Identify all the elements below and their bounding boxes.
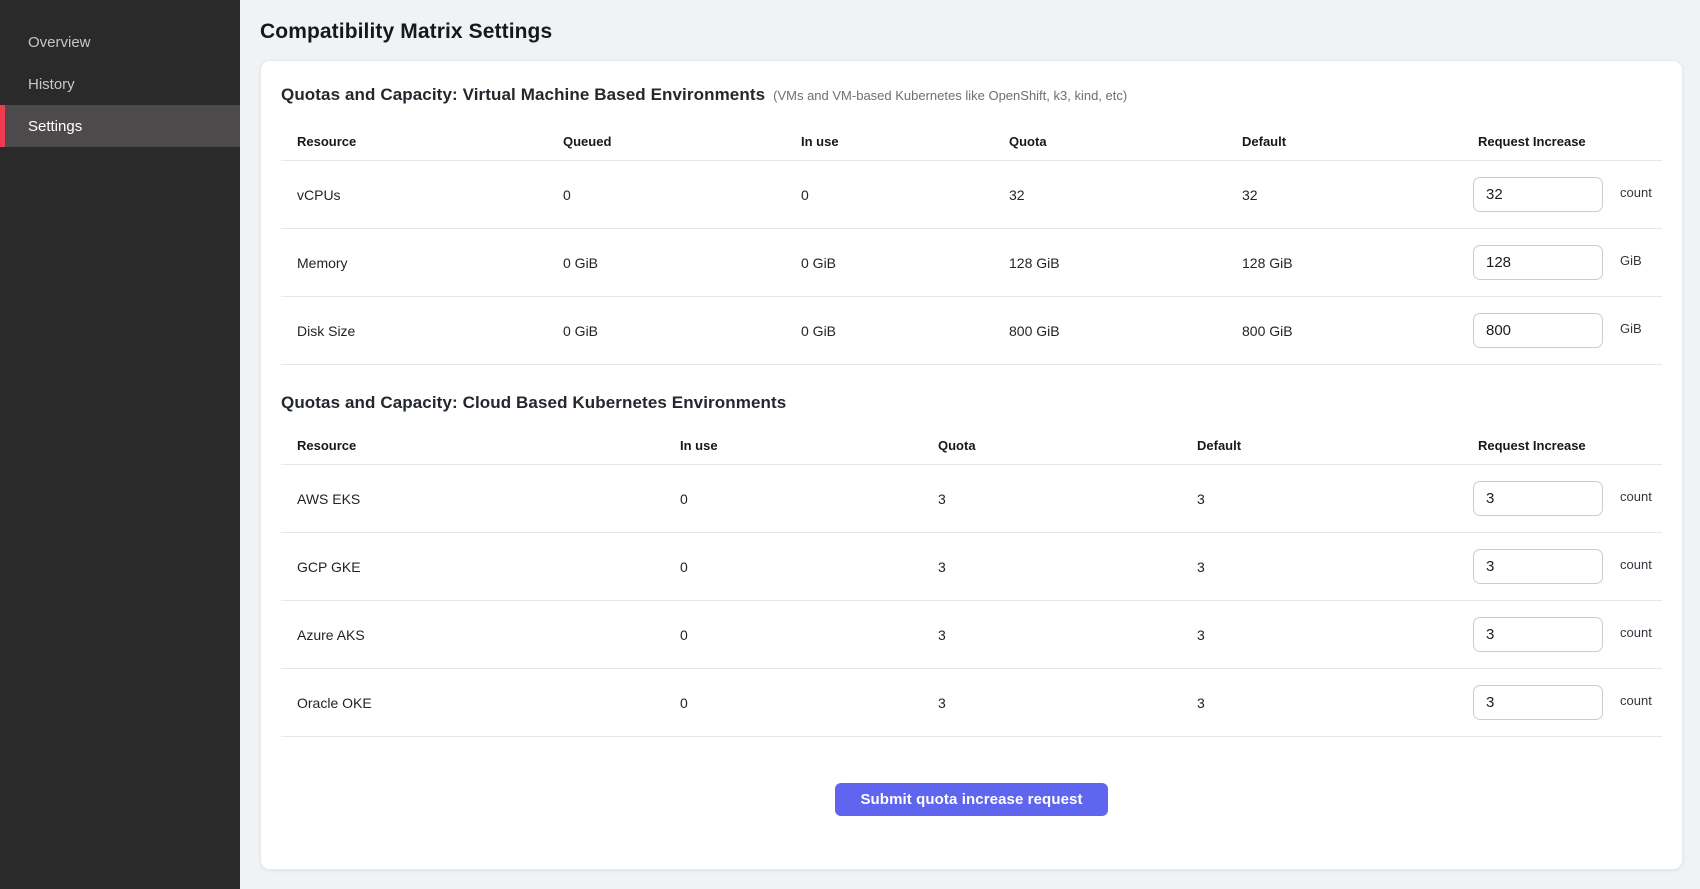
main-content: Compatibility Matrix Settings Quotas and… [240, 0, 1700, 889]
unit-label: GiB [1603, 321, 1662, 336]
table-row-disk-size: Disk Size 0 GiB 0 GiB 800 GiB 800 GiB Gi… [281, 297, 1662, 365]
request-increase-input[interactable] [1473, 549, 1603, 584]
vm-section-subtitle: (VMs and VM-based Kubernetes like OpenSh… [773, 88, 1127, 103]
in-use-value: 0 [680, 559, 938, 575]
request-increase-input[interactable] [1473, 245, 1603, 280]
request-increase-cell [1458, 481, 1603, 516]
request-increase-cell [1458, 617, 1603, 652]
in-use-value: 0 [680, 695, 938, 711]
column-header-queued: Queued [563, 134, 801, 149]
sidebar-item-label: Settings [28, 118, 82, 135]
vm-quota-table: Resource Queued In use Quota Default Req… [281, 123, 1662, 365]
vm-section-heading: Quotas and Capacity: Virtual Machine Bas… [281, 85, 1662, 105]
quota-value: 3 [938, 559, 1197, 575]
sidebar-item-settings[interactable]: Settings [0, 105, 240, 147]
in-use-value: 0 GiB [801, 323, 1009, 339]
cloud-table-header: Resource In use Quota Default Request In… [281, 427, 1662, 465]
resource-name: Disk Size [281, 323, 563, 339]
default-value: 800 GiB [1242, 323, 1458, 339]
quota-value: 32 [1009, 187, 1242, 203]
vm-section-title: Quotas and Capacity: Virtual Machine Bas… [281, 85, 765, 105]
request-increase-input[interactable] [1473, 685, 1603, 720]
column-header-resource: Resource [281, 134, 563, 149]
submit-row: Submit quota increase request [281, 783, 1662, 816]
in-use-value: 0 [680, 627, 938, 643]
default-value: 128 GiB [1242, 255, 1458, 271]
submit-quota-increase-button[interactable]: Submit quota increase request [835, 783, 1107, 816]
request-increase-cell [1458, 245, 1603, 280]
in-use-value: 0 [680, 491, 938, 507]
unit-label: count [1603, 557, 1662, 572]
queued-value: 0 GiB [563, 255, 801, 271]
column-header-default: Default [1197, 438, 1458, 453]
resource-name: vCPUs [281, 187, 563, 203]
quota-value: 3 [938, 627, 1197, 643]
table-row-gcp-gke: GCP GKE 0 3 3 count [281, 533, 1662, 601]
cloud-section-heading: Quotas and Capacity: Cloud Based Kuberne… [281, 393, 1662, 413]
column-header-request-increase: Request Increase [1458, 438, 1662, 453]
resource-name: Oracle OKE [281, 695, 680, 711]
default-value: 3 [1197, 559, 1458, 575]
table-row-azure-aks: Azure AKS 0 3 3 count [281, 601, 1662, 669]
resource-name: Memory [281, 255, 563, 271]
resource-name: GCP GKE [281, 559, 680, 575]
vm-table-header: Resource Queued In use Quota Default Req… [281, 123, 1662, 161]
request-increase-input[interactable] [1473, 177, 1603, 212]
request-increase-cell [1458, 313, 1603, 348]
sidebar-item-label: History [28, 76, 75, 93]
request-increase-cell [1458, 177, 1603, 212]
table-row-aws-eks: AWS EKS 0 3 3 count [281, 465, 1662, 533]
quota-value: 3 [938, 491, 1197, 507]
queued-value: 0 [563, 187, 801, 203]
table-row-memory: Memory 0 GiB 0 GiB 128 GiB 128 GiB GiB [281, 229, 1662, 297]
page-title: Compatibility Matrix Settings [260, 20, 1683, 44]
unit-label: count [1603, 489, 1662, 504]
resource-name: AWS EKS [281, 491, 680, 507]
request-increase-input[interactable] [1473, 313, 1603, 348]
request-increase-input[interactable] [1473, 617, 1603, 652]
unit-label: count [1603, 625, 1662, 640]
table-row-oracle-oke: Oracle OKE 0 3 3 count [281, 669, 1662, 737]
quota-value: 800 GiB [1009, 323, 1242, 339]
settings-card: Quotas and Capacity: Virtual Machine Bas… [260, 60, 1683, 870]
in-use-value: 0 GiB [801, 255, 1009, 271]
column-header-resource: Resource [281, 438, 680, 453]
default-value: 3 [1197, 627, 1458, 643]
column-header-in-use: In use [801, 134, 1009, 149]
default-value: 32 [1242, 187, 1458, 203]
resource-name: Azure AKS [281, 627, 680, 643]
sidebar-item-label: Overview [28, 34, 91, 51]
unit-label: count [1603, 693, 1662, 708]
sidebar-item-history[interactable]: History [0, 63, 240, 105]
table-row-vcpus: vCPUs 0 0 32 32 count [281, 161, 1662, 229]
request-increase-input[interactable] [1473, 481, 1603, 516]
in-use-value: 0 [801, 187, 1009, 203]
cloud-quota-table: Resource In use Quota Default Request In… [281, 427, 1662, 737]
column-header-quota: Quota [1009, 134, 1242, 149]
unit-label: GiB [1603, 253, 1662, 268]
cloud-section-title: Quotas and Capacity: Cloud Based Kuberne… [281, 393, 786, 413]
default-value: 3 [1197, 491, 1458, 507]
column-header-request-increase: Request Increase [1458, 134, 1662, 149]
column-header-default: Default [1242, 134, 1458, 149]
unit-label: count [1603, 185, 1662, 200]
request-increase-cell [1458, 685, 1603, 720]
sidebar-item-overview[interactable]: Overview [0, 21, 240, 63]
default-value: 3 [1197, 695, 1458, 711]
column-header-in-use: In use [680, 438, 938, 453]
queued-value: 0 GiB [563, 323, 801, 339]
quota-value: 128 GiB [1009, 255, 1242, 271]
sidebar: Overview History Settings [0, 0, 240, 889]
request-increase-cell [1458, 549, 1603, 584]
quota-value: 3 [938, 695, 1197, 711]
column-header-quota: Quota [938, 438, 1197, 453]
